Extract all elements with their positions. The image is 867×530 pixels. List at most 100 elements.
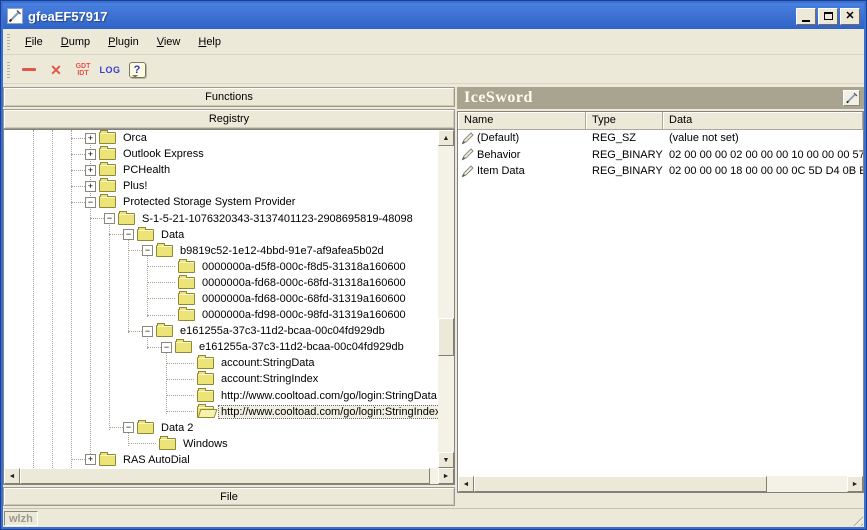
functions-header-button[interactable]: Functions bbox=[3, 87, 455, 107]
tree-item[interactable]: −Protected Storage System Provider bbox=[4, 194, 438, 210]
tree-item-label: Plus! bbox=[120, 179, 150, 193]
file-header-button[interactable]: File bbox=[3, 487, 455, 506]
toolbar-gripper[interactable] bbox=[7, 62, 10, 78]
tree-item[interactable]: http://www.cooltoad.com/go/login:StringD… bbox=[4, 388, 438, 404]
tree-item[interactable]: − b9819c52-1e12-4bbd-91e7-af9afea5b02d bbox=[4, 243, 438, 259]
menu-item-dump[interactable]: Dump bbox=[52, 32, 99, 52]
minimize-button[interactable] bbox=[796, 8, 816, 25]
table-row[interactable]: Item DataREG_BINARY02 00 00 00 18 00 00 … bbox=[458, 163, 863, 180]
scroll-up-icon[interactable]: ▲ bbox=[438, 130, 454, 146]
registry-header-label: Registry bbox=[209, 113, 249, 125]
menu-bar: FileDumpPluginViewHelp bbox=[3, 29, 864, 55]
column-header-name[interactable]: Name bbox=[458, 112, 586, 130]
window-title: gfeaEF57917 bbox=[28, 9, 796, 24]
scroll-left-icon[interactable]: ◄ bbox=[458, 476, 474, 492]
collapse-icon[interactable]: − bbox=[123, 422, 134, 433]
main-area: Functions Registry +Orca+Outlook Express… bbox=[3, 85, 864, 506]
tree-item-label: Data bbox=[158, 228, 187, 242]
help-button[interactable]: ? bbox=[124, 58, 150, 81]
menu-item-help[interactable]: Help bbox=[189, 32, 230, 52]
list-hscroll-thumb[interactable] bbox=[474, 476, 767, 492]
column-header-data[interactable]: Data bbox=[663, 112, 863, 130]
expand-icon[interactable]: + bbox=[85, 181, 96, 192]
tree-hscroll-thumb[interactable] bbox=[20, 468, 430, 484]
tree-connector bbox=[71, 170, 85, 171]
tree-vertical-scrollbar[interactable]: ▲ ▼ bbox=[438, 130, 454, 468]
collapse-icon[interactable]: − bbox=[104, 213, 115, 224]
tree-connector bbox=[166, 395, 194, 396]
tree-item[interactable]: account:StringIndex bbox=[4, 371, 438, 387]
resize-grip[interactable] bbox=[850, 513, 863, 526]
menu-item-file[interactable]: File bbox=[16, 32, 52, 52]
list-horizontal-scrollbar[interactable]: ◄ ► bbox=[458, 476, 863, 492]
tree-item[interactable]: http://www.cooltoad.com/go/login:StringI… bbox=[4, 404, 438, 420]
menubar-gripper[interactable] bbox=[7, 34, 10, 50]
registry-header-button[interactable]: Registry bbox=[3, 109, 455, 129]
tree-item[interactable]: −e161255a-37c3-11d2-bcaa-00c04fd929db bbox=[4, 323, 438, 339]
collapse-icon[interactable]: − bbox=[142, 245, 153, 256]
minimize-icon bbox=[802, 20, 810, 22]
menu-item-view[interactable]: View bbox=[148, 32, 190, 52]
tree-connector bbox=[147, 347, 161, 348]
tree-item[interactable]: account:StringData bbox=[4, 355, 438, 371]
scroll-right-icon[interactable]: ► bbox=[847, 476, 863, 492]
tree-connector bbox=[71, 154, 85, 155]
x-icon: ✕ bbox=[50, 63, 62, 77]
tree-connector bbox=[71, 202, 85, 203]
list-rows[interactable]: (Default)REG_SZ(value not set)BehaviorRE… bbox=[458, 130, 863, 476]
scroll-left-icon[interactable]: ◄ bbox=[4, 468, 20, 484]
close-button[interactable]: ✕ bbox=[840, 8, 860, 25]
tree-item[interactable]: 0000000a-fd68-000c-68fd-31319a160600 bbox=[4, 291, 438, 307]
red-minus-button[interactable] bbox=[16, 58, 42, 81]
folder-icon bbox=[156, 325, 173, 337]
tree-item-label: b9819c52-1e12-4bbd-91e7-af9afea5b02d bbox=[177, 244, 387, 258]
tree-connector bbox=[128, 250, 142, 251]
collapse-icon[interactable]: − bbox=[85, 197, 96, 208]
log-button[interactable]: LOG bbox=[97, 58, 123, 81]
expand-icon[interactable]: + bbox=[85, 133, 96, 144]
tree-item[interactable]: + Plus! bbox=[4, 178, 438, 194]
open-folder-icon bbox=[197, 406, 214, 418]
expand-icon[interactable]: + bbox=[85, 454, 96, 465]
tree-item[interactable]: +Outlook Express bbox=[4, 146, 438, 162]
icesword-title: IceSword bbox=[464, 89, 533, 107]
table-row[interactable]: (Default)REG_SZ(value not set) bbox=[458, 130, 863, 147]
tree-connector bbox=[71, 459, 85, 460]
expand-icon[interactable]: + bbox=[85, 165, 96, 176]
tree-connector bbox=[90, 218, 104, 219]
collapse-icon[interactable]: − bbox=[161, 342, 172, 353]
tree-item[interactable]: −S-1-5-21-1076320343-3137401123-29086958… bbox=[4, 210, 438, 226]
sword-icon[interactable] bbox=[843, 90, 860, 106]
registry-value-icon bbox=[461, 165, 474, 178]
column-header-type[interactable]: Type bbox=[586, 112, 663, 130]
tree-item[interactable]: +RAS AutoDial bbox=[4, 452, 438, 468]
gdt-idt-button[interactable]: GDTIDT bbox=[70, 58, 96, 81]
tree-item[interactable]: −e161255a-37c3-11d2-bcaa-00c04fd929db bbox=[4, 339, 438, 355]
scroll-right-icon[interactable]: ► bbox=[438, 468, 454, 484]
table-row[interactable]: BehaviorREG_BINARY02 00 00 00 02 00 00 0… bbox=[458, 147, 863, 164]
tree-horizontal-scrollbar[interactable]: ◄ ► bbox=[4, 468, 454, 484]
tree-item-label: account:StringData bbox=[218, 356, 318, 370]
tree-item[interactable]: − Data bbox=[4, 227, 438, 243]
tree-item[interactable]: Windows bbox=[4, 436, 438, 452]
folder-icon bbox=[99, 454, 116, 466]
menu-item-plugin[interactable]: Plugin bbox=[99, 32, 148, 52]
red-x-button[interactable]: ✕ bbox=[43, 58, 69, 81]
tree-item-label: PCHealth bbox=[120, 163, 173, 177]
expand-icon[interactable]: + bbox=[85, 149, 96, 160]
maximize-button[interactable] bbox=[818, 8, 838, 25]
collapse-icon[interactable]: − bbox=[123, 229, 134, 240]
tree-item-label: 0000000a-d5f8-000c-f8d5-31318a160600 bbox=[199, 260, 409, 274]
tree-item[interactable]: 0000000a-d5f8-000c-f8d5-31318a160600 bbox=[4, 259, 438, 275]
tree-item[interactable]: +Orca bbox=[4, 130, 438, 146]
collapse-icon[interactable]: − bbox=[142, 326, 153, 337]
registry-tree-view[interactable]: +Orca+Outlook Express+PCHealth+Plus!−Pro… bbox=[4, 130, 438, 468]
tree-vscroll-thumb[interactable] bbox=[438, 318, 454, 356]
tree-item[interactable]: −Data 2 bbox=[4, 420, 438, 436]
tree-item[interactable]: + PCHealth bbox=[4, 162, 438, 178]
tree-item[interactable]: 0000000a-fd98-000c-98fd-31319a160600 bbox=[4, 307, 438, 323]
scroll-down-icon[interactable]: ▼ bbox=[438, 452, 454, 468]
tree-item[interactable]: 0000000a-fd68-000c-68fd-31318a160600 bbox=[4, 275, 438, 291]
folder-icon bbox=[197, 373, 214, 385]
tree-connector bbox=[166, 379, 194, 380]
